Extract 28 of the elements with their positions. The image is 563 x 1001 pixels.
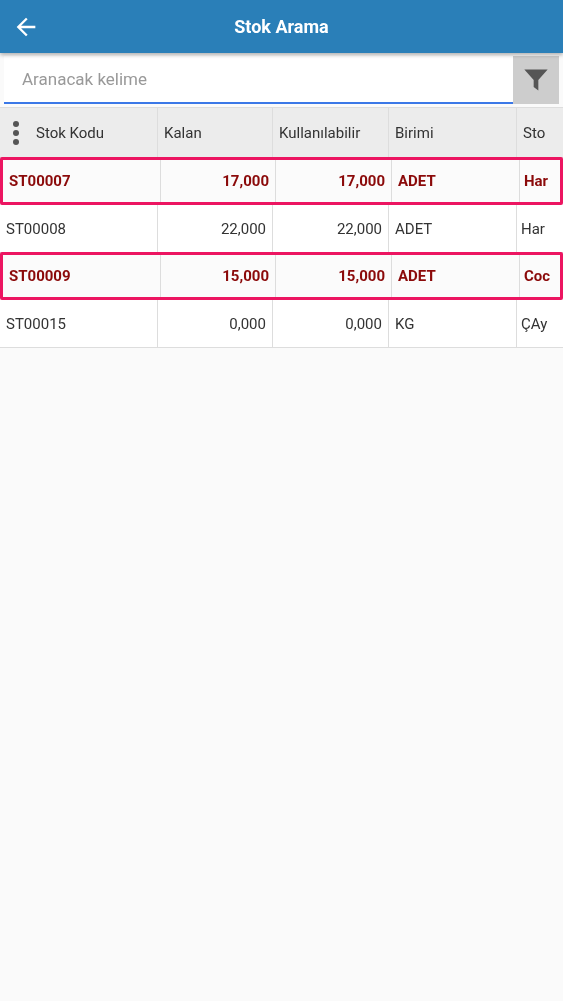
- table-cell: 0,000: [158, 300, 273, 347]
- table-cell: ST00007: [3, 160, 161, 202]
- column-header[interactable]: Kalan: [164, 123, 202, 142]
- table-cell-text: Har: [520, 218, 546, 240]
- table-cell: ADET: [392, 255, 520, 297]
- table-cell: ST00009: [3, 255, 161, 297]
- column-header[interactable]: Birimi: [395, 123, 434, 142]
- column-header[interactable]: Stok Kodu: [36, 123, 105, 142]
- column-header[interactable]: Sto: [523, 123, 546, 142]
- table-row[interactable]: ST00009 15,000 15,000 ADET Coc: [0, 252, 563, 300]
- table-cell-text: Coc: [523, 266, 552, 287]
- search-field[interactable]: Aranacak kelime: [4, 56, 513, 104]
- table-row[interactable]: ST00007 17,000 17,000 ADET Har: [0, 157, 563, 205]
- table-cell: 15,000: [161, 255, 276, 297]
- table-cell: KG: [389, 300, 517, 347]
- table-row[interactable]: ST00015 0,000 0,000 KG ÇAy: [0, 300, 563, 348]
- table-cell: ADET: [392, 160, 520, 202]
- table-cell: ST00015: [0, 300, 158, 347]
- column-header[interactable]: Kullanılabilir: [279, 123, 361, 142]
- screen-title: Stok Arama: [234, 16, 329, 37]
- table-cell: 0,000: [273, 300, 389, 347]
- filter-button[interactable]: [513, 56, 559, 104]
- table-cell: 15,000: [276, 255, 392, 297]
- table-cell-text: ÇAy: [520, 313, 549, 335]
- table-cell: 17,000: [276, 160, 392, 202]
- table-cell: 17,000: [161, 160, 276, 202]
- table-row[interactable]: ST00008 22,000 22,000 ADET Har: [0, 205, 563, 253]
- table-cell-text: Har: [523, 171, 550, 192]
